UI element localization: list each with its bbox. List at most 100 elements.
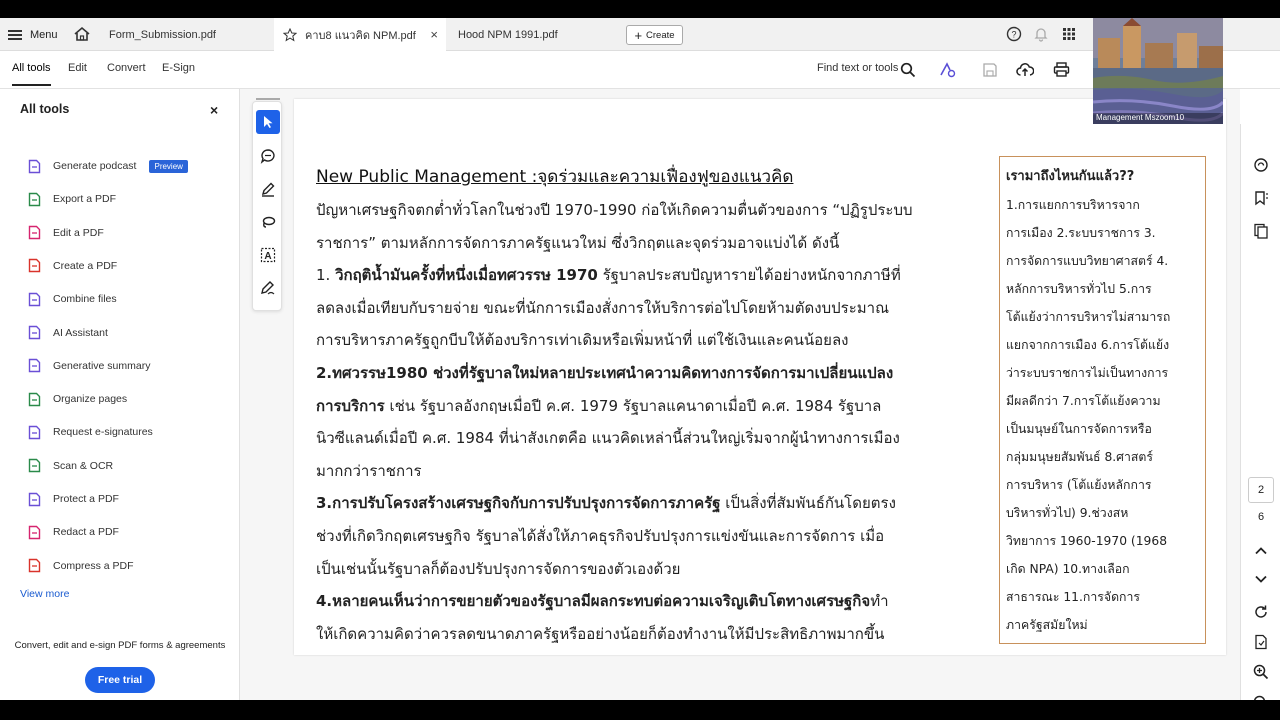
upload-cloud-icon[interactable] bbox=[1016, 61, 1034, 79]
document-line: ปัญหาเศรษฐกิจตกต่ำทั่วโลกในช่วงปี 1970-1… bbox=[316, 194, 986, 227]
document-line: ให้เกิดความคิดว่าควรลดขนาดภาครัฐหรืออย่า… bbox=[316, 618, 986, 651]
comments-panel-icon[interactable] bbox=[1253, 157, 1269, 173]
summary-line: มีผลดีกว่า 7.การโต้แย้งความ bbox=[1006, 394, 1161, 408]
tool-combine[interactable]: Combine files bbox=[27, 288, 117, 310]
document-title: New Public Management :จุดร่วมและความเฟื… bbox=[316, 167, 794, 187]
home-icon[interactable] bbox=[73, 25, 91, 43]
total-pages: 6 bbox=[1257, 511, 1265, 523]
tab-label: Hood NPM 1991.pdf bbox=[458, 28, 558, 41]
ai-tools-icon[interactable] bbox=[938, 61, 956, 79]
chevron-up-icon[interactable] bbox=[1253, 543, 1269, 559]
tab-label: Form_Submission.pdf bbox=[109, 28, 216, 41]
tool-create-pdf[interactable]: Create a PDF bbox=[27, 255, 117, 277]
summary-box-body: 1.การแยกการบริหารจาก การเมือง 2.ระบบราชกา… bbox=[1006, 191, 1199, 639]
find-text-button[interactable]: Find text or tools bbox=[817, 62, 898, 74]
document-line: 3.การปรับโครงสร้างเศรษฐกิจกับการปรับปรุง… bbox=[316, 487, 986, 520]
pages-icon[interactable] bbox=[1253, 223, 1269, 239]
summary-line: เป็นมนุษย์ในการจัดการหรือ bbox=[1006, 422, 1152, 436]
document-line: 4.หลายคนเห็นว่าการขยายตัวของรัฐบาลมีผลกร… bbox=[316, 585, 986, 618]
close-panel-icon[interactable]: × bbox=[210, 102, 218, 118]
chevron-down-icon[interactable] bbox=[1253, 571, 1269, 587]
line-text: ให้เกิดความคิดว่าควรลดขนาดภาครัฐหรืออย่า… bbox=[316, 624, 885, 643]
help-icon[interactable]: ? bbox=[1006, 26, 1022, 42]
tab-hood-npm[interactable]: Hood NPM 1991.pdf bbox=[449, 18, 621, 51]
print-icon[interactable] bbox=[1053, 61, 1070, 78]
select-tool[interactable] bbox=[256, 110, 280, 134]
text-tool[interactable]: A bbox=[256, 243, 280, 267]
highlight-tool[interactable] bbox=[256, 177, 280, 201]
tool-label: Organize pages bbox=[53, 393, 128, 406]
tab-form-submission[interactable]: Form_Submission.pdf bbox=[100, 18, 272, 51]
tool-export-pdf[interactable]: Export a PDF bbox=[27, 188, 116, 210]
comment-tool[interactable] bbox=[256, 144, 280, 168]
free-trial-button[interactable]: Free trial bbox=[85, 667, 155, 693]
tool-label: Create a PDF bbox=[53, 259, 118, 272]
line-bold-text: 2.ทศวรรษ1980 ช่วงที่รัฐบาลใหม่หลายประเทศ… bbox=[316, 363, 894, 382]
bookmarks-icon[interactable] bbox=[1253, 190, 1269, 206]
svg-text:A: A bbox=[264, 251, 271, 262]
tool-label: Generate podcast bbox=[53, 160, 137, 172]
document-viewer[interactable]: New Public Management :จุดร่วมและความเฟื… bbox=[240, 89, 1240, 700]
combine-icon bbox=[28, 292, 41, 306]
compress-icon bbox=[28, 558, 41, 573]
tab-all-tools[interactable]: All tools bbox=[12, 62, 51, 86]
page-extract-icon[interactable] bbox=[1253, 634, 1269, 650]
close-tab-icon[interactable]: × bbox=[430, 27, 438, 42]
tool-summary[interactable]: Generative summary bbox=[27, 355, 150, 377]
tool-label: Request e-signatures bbox=[53, 426, 153, 439]
tab-bar: Menu Form_Submission.pdf คาบ8 แนวคิด NPM… bbox=[0, 18, 1280, 51]
star-icon[interactable] bbox=[283, 27, 297, 42]
tool-podcast[interactable]: Generate podcast Preview bbox=[27, 155, 188, 177]
acrobat-window: Menu Form_Submission.pdf คาบ8 แนวคิด NPM… bbox=[0, 18, 1280, 700]
participant-name: Management Mszoom10 bbox=[1096, 113, 1185, 122]
tool-scan[interactable]: Scan & OCR bbox=[27, 455, 113, 477]
tool-organize[interactable]: Organize pages bbox=[27, 388, 127, 410]
tool-compress[interactable]: Compress a PDF bbox=[27, 555, 134, 577]
tab-npm-lecture[interactable]: คาบ8 แนวคิด NPM.pdf × bbox=[274, 18, 446, 51]
tool-protect[interactable]: Protect a PDF bbox=[27, 488, 119, 510]
line-bold-text: วิกฤติน้ำมันครั้งที่หนึ่งเมื่อทศวรรษ 197… bbox=[335, 266, 598, 285]
line-bold-text: 3.การปรับโครงสร้างเศรษฐกิจกับการปรับปรุง… bbox=[316, 494, 721, 513]
line-text: เช่น รัฐบาลอังกฤษเมื่อปี ค.ศ. 1979 รัฐบา… bbox=[384, 396, 882, 415]
document-body: ปัญหาเศรษฐกิจตกต่ำทั่วโลกในช่วงปี 1970-1… bbox=[316, 194, 986, 650]
sign-tool[interactable] bbox=[256, 276, 280, 300]
bell-icon[interactable] bbox=[1033, 26, 1049, 42]
video-thumbnail[interactable]: Management Mszoom10 bbox=[1093, 18, 1223, 124]
text-box-icon: A bbox=[260, 247, 276, 263]
view-more-link[interactable]: View more bbox=[20, 588, 69, 600]
tool-edit-pdf[interactable]: Edit a PDF bbox=[27, 222, 104, 244]
current-page-field[interactable]: 2 bbox=[1248, 477, 1274, 503]
tool-ai-assistant[interactable]: AI Assistant bbox=[27, 322, 108, 344]
zoom-out-icon[interactable] bbox=[1253, 695, 1269, 700]
menu-button[interactable]: Menu bbox=[8, 24, 58, 46]
rotate-icon[interactable] bbox=[1253, 604, 1269, 620]
document-line: การบริหารภาครัฐถูกบีบให้ต้องบริการเท่าเด… bbox=[316, 324, 986, 357]
document-line: ลดลงเมื่อเทียบกับรายจ่าย ขณะที่นักการเมื… bbox=[316, 292, 986, 325]
video-frame-image bbox=[1093, 18, 1223, 124]
export-pdf-icon bbox=[28, 192, 41, 206]
zoom-in-icon[interactable] bbox=[1253, 664, 1269, 680]
tool-label: Export a PDF bbox=[53, 193, 117, 206]
preview-badge: Preview bbox=[149, 159, 188, 173]
protect-icon bbox=[28, 492, 41, 506]
save-icon[interactable] bbox=[982, 62, 998, 78]
search-icon[interactable] bbox=[900, 62, 916, 78]
document-line: มากกว่าราชการ bbox=[316, 455, 986, 488]
line-text: รัฐบาลประสบปัญหารายได้อย่างหนักจากภาษีที… bbox=[597, 266, 901, 285]
summary-line: บริหารทั่วไป) 9.ช่วงสห bbox=[1006, 506, 1129, 520]
panel-title: All tools bbox=[20, 102, 70, 116]
create-button[interactable]: + Create bbox=[626, 25, 683, 45]
podcast-icon bbox=[28, 159, 41, 173]
line-bold-text: 4.หลายคนเห็นว่าการขยายตัวของรัฐบาลมีผลกร… bbox=[316, 592, 871, 611]
tool-e-sign[interactable]: Request e-signatures bbox=[27, 421, 153, 443]
menu-label: Menu bbox=[30, 29, 58, 41]
draw-tool[interactable] bbox=[256, 210, 280, 234]
tool-label: Protect a PDF bbox=[53, 493, 119, 505]
summary-line: การบริหาร (โต้แย้งหลักการ bbox=[1006, 478, 1152, 492]
summary-line: การจัดการแบบวิทยาศาสตร์ 4. bbox=[1006, 254, 1169, 268]
tab-e-sign[interactable]: E-Sign bbox=[162, 62, 195, 74]
tool-redact[interactable]: Redact a PDF bbox=[27, 521, 119, 543]
tab-convert[interactable]: Convert bbox=[107, 62, 146, 74]
tab-edit[interactable]: Edit bbox=[68, 62, 87, 74]
apps-grid-icon[interactable] bbox=[1061, 26, 1077, 42]
